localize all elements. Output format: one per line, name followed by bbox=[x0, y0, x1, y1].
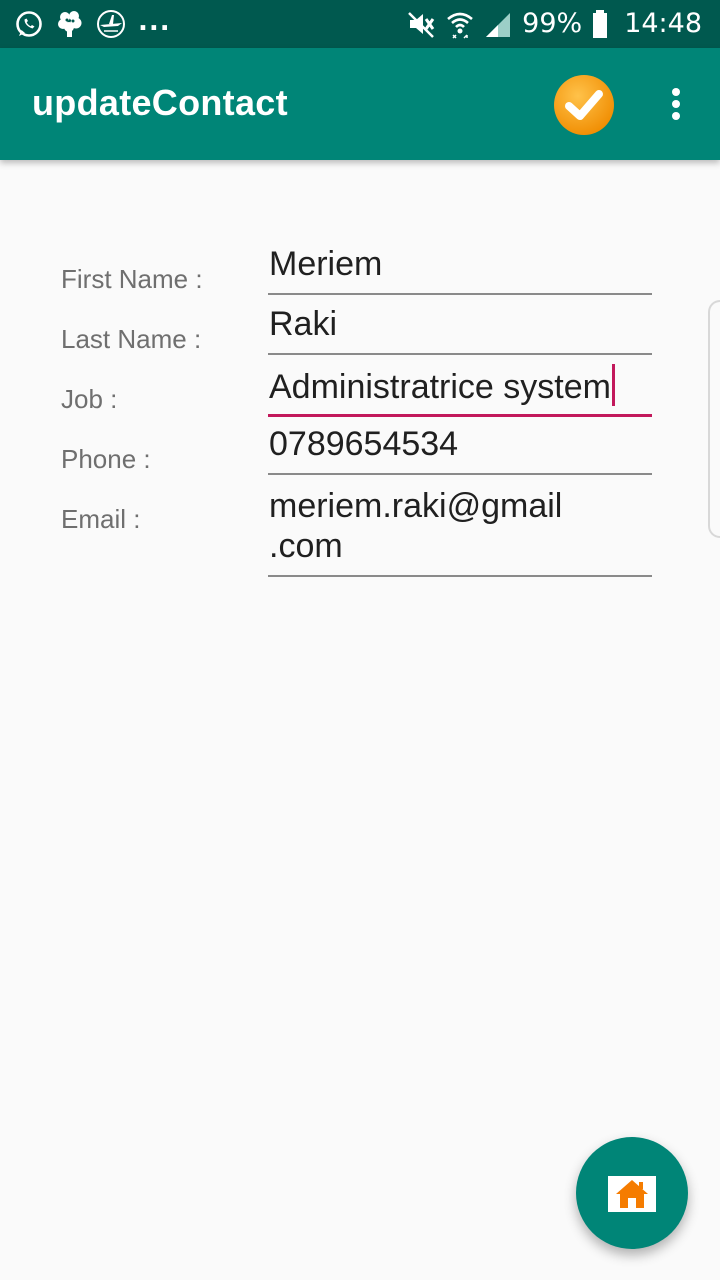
email-value-line1: meriem.raki@gmail bbox=[269, 487, 563, 525]
overflow-dot bbox=[672, 112, 680, 120]
brain-icon bbox=[56, 9, 84, 39]
app-bar: updateContact bbox=[0, 48, 720, 160]
last-name-value: Raki bbox=[269, 305, 338, 343]
home-icon-frame bbox=[608, 1176, 656, 1212]
more-notifications: ... bbox=[138, 7, 171, 37]
job-field[interactable]: Administratrice system bbox=[268, 364, 652, 417]
save-button[interactable] bbox=[552, 73, 616, 137]
mute-icon bbox=[406, 9, 436, 39]
email-label: Email : bbox=[61, 504, 141, 534]
overflow-menu-icon bbox=[672, 88, 680, 96]
last-name-label: Last Name : bbox=[61, 324, 202, 354]
text-cursor bbox=[611, 364, 615, 406]
job-label: Job : bbox=[61, 384, 118, 414]
email-value-line2: .com bbox=[269, 527, 343, 565]
airplane-logo-icon bbox=[96, 9, 126, 39]
clock: 14:48 bbox=[624, 8, 702, 39]
wifi-icon bbox=[446, 9, 474, 39]
job-value: Administratrice system bbox=[269, 368, 611, 406]
edge-panel-handle[interactable] bbox=[708, 300, 720, 538]
home-icon bbox=[616, 1180, 648, 1208]
home-fab-button[interactable] bbox=[576, 1137, 688, 1249]
phone-field[interactable]: 0789654534 bbox=[268, 424, 652, 475]
whatsapp-icon bbox=[14, 9, 44, 39]
status-bar: ... 99% 14:48 bbox=[0, 0, 720, 48]
last-name-field[interactable]: Raki bbox=[268, 304, 652, 355]
phone-value: 0789654534 bbox=[269, 425, 459, 463]
overflow-menu-button[interactable] bbox=[660, 82, 692, 126]
first-name-field[interactable]: Meriem bbox=[268, 244, 652, 295]
first-name-value: Meriem bbox=[269, 245, 383, 283]
battery-icon bbox=[592, 9, 608, 39]
email-field[interactable]: meriem.raki@gmail .com bbox=[268, 486, 652, 577]
phone-label: Phone : bbox=[61, 444, 151, 474]
first-name-label: First Name : bbox=[61, 264, 203, 294]
page-title: updateContact bbox=[32, 82, 288, 123]
battery-percent: 99% bbox=[522, 8, 583, 39]
signal-icon bbox=[484, 9, 512, 39]
check-circle-icon bbox=[554, 75, 614, 135]
overflow-dot bbox=[672, 100, 680, 108]
